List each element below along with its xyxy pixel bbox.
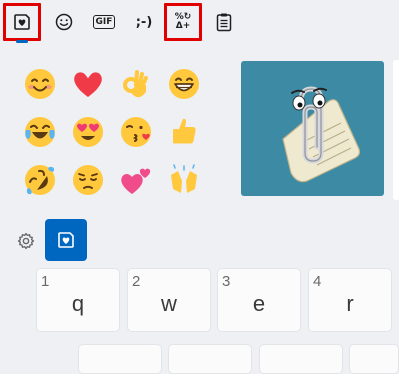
key-letter: r <box>346 291 354 316</box>
settings-button[interactable] <box>14 229 38 253</box>
key-row2-4[interactable] <box>349 344 399 374</box>
face-blowing-kiss-icon <box>121 117 151 147</box>
kaomoji-icon: ;-) <box>135 14 153 30</box>
key-row2-3[interactable] <box>259 344 343 374</box>
key-number: 2 <box>132 273 141 290</box>
pensive-face-icon <box>73 165 103 195</box>
ok-hand-icon <box>123 70 148 98</box>
key-letter: e <box>252 291 266 316</box>
tears-of-joy-icon <box>25 117 55 147</box>
key-q[interactable]: 1 q <box>36 268 120 332</box>
tab-clipboard[interactable] <box>205 3 243 41</box>
tab-symbols[interactable]: %↻ Δ+ <box>164 3 202 41</box>
emoji-pensive-face[interactable] <box>66 158 110 202</box>
rolling-laughing-icon <box>25 165 55 195</box>
key-e[interactable]: 3 e <box>217 268 301 332</box>
emoji-face-blowing-kiss[interactable] <box>114 110 158 154</box>
selected-tab-indicator <box>16 40 28 43</box>
key-w[interactable]: 2 w <box>127 268 211 332</box>
emoji-grinning-face[interactable] <box>162 62 206 106</box>
smiley-icon <box>55 13 73 31</box>
thumbs-up-icon <box>173 118 196 144</box>
heart-sticker-icon <box>58 232 74 248</box>
tab-emoji[interactable] <box>3 3 41 41</box>
gif-icon: GIF <box>92 15 116 29</box>
tab-gif[interactable]: GIF <box>85 3 123 41</box>
emoji-tears-of-joy[interactable] <box>18 110 62 154</box>
emoji-heart-eyes[interactable] <box>66 110 110 154</box>
tab-kaomoji[interactable]: ;-) <box>125 3 163 41</box>
key-number: 3 <box>222 273 231 290</box>
emoji-grid <box>16 60 226 210</box>
heart-eyes-icon <box>73 117 103 147</box>
emoji-panel-tabbar: GIF ;-) %↻ Δ+ <box>0 0 399 44</box>
key-row2-2[interactable] <box>168 344 252 374</box>
emoji-smiling-face[interactable] <box>18 62 62 106</box>
two-hearts-icon <box>121 168 151 194</box>
smiling-face-icon <box>25 69 55 99</box>
key-r[interactable]: 4 r <box>308 268 392 332</box>
key-letter: w <box>161 291 177 316</box>
key-number: 4 <box>313 273 322 290</box>
heart-sticker-icon <box>14 14 30 30</box>
grinning-face-icon <box>169 69 199 99</box>
symbols-icon: %↻ Δ+ <box>175 13 192 31</box>
sticker-card[interactable] <box>241 61 384 196</box>
emoji-red-heart[interactable] <box>66 62 110 106</box>
emoji-raising-hands[interactable] <box>162 158 206 202</box>
tab-smiley[interactable] <box>45 3 83 41</box>
emoji-two-hearts[interactable] <box>114 158 158 202</box>
gear-icon <box>17 232 35 250</box>
category-favorites-button[interactable] <box>45 219 87 261</box>
clipboard-icon <box>216 13 232 32</box>
emoji-thumbs-up[interactable] <box>162 110 206 154</box>
emoji-ok-hand[interactable] <box>114 62 158 106</box>
emoji-rolling-laughing[interactable] <box>18 158 62 202</box>
scroll-edge <box>393 60 399 200</box>
key-letter: q <box>71 291 85 316</box>
key-number: 1 <box>41 273 50 290</box>
raising-hands-icon <box>171 164 197 193</box>
red-heart-icon <box>74 72 102 97</box>
symbols-icon-bottom: Δ+ <box>175 21 191 31</box>
key-row2-1[interactable] <box>78 344 162 374</box>
clippy-sticker-icon <box>282 86 361 183</box>
